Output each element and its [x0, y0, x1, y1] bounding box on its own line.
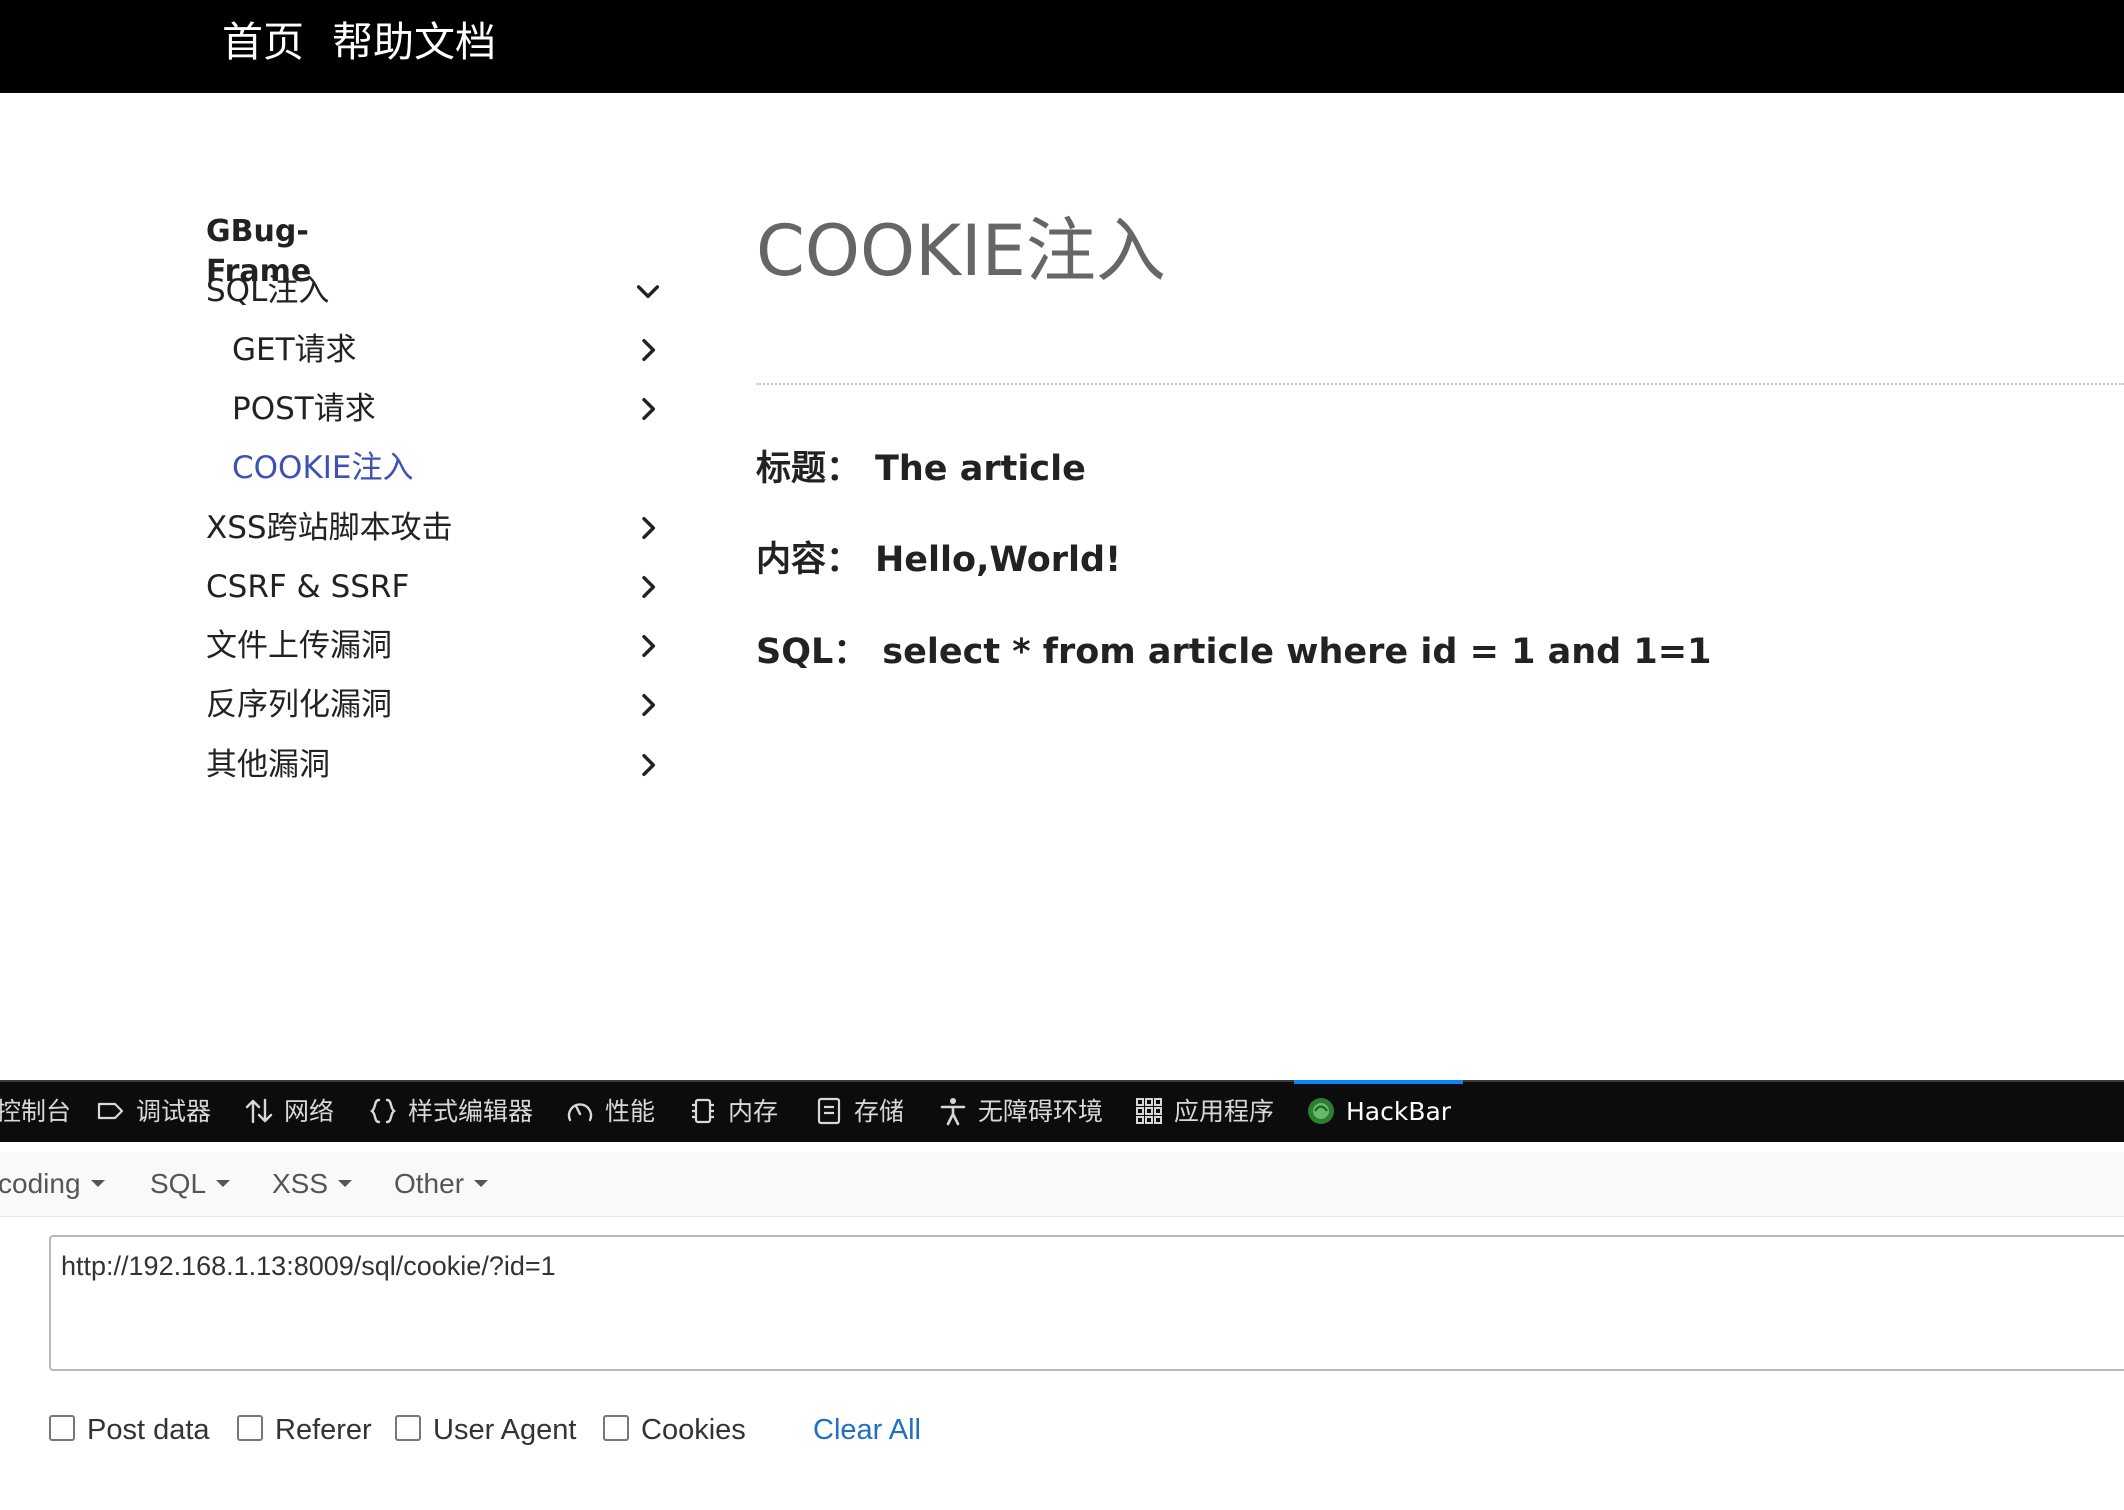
sidebar-item-cookie-injection[interactable]: COOKIE注入 — [232, 442, 692, 494]
devtools-panel: 控制台 调试器 网络 样式编辑器 性能 内存 存储 无障碍环境 应用程序 Hac… — [0, 1080, 2124, 1510]
nav-docs-link[interactable]: 帮助文档 — [332, 14, 496, 70]
row-key: SQL： — [756, 632, 869, 672]
caret-down-icon — [338, 1180, 353, 1188]
cookies-checkbox[interactable]: Cookies — [603, 1410, 746, 1450]
sidebar-item-post-request[interactable]: POST请求 — [232, 383, 692, 435]
tab-label: 存储 — [854, 1097, 905, 1126]
option-label: Post data — [87, 1414, 210, 1446]
tab-memory[interactable]: 内存 — [688, 1082, 778, 1142]
checkbox-icon[interactable] — [49, 1415, 75, 1442]
gauge-icon — [565, 1096, 595, 1126]
hackbar-menubar: coding SQL XSS Other — [0, 1152, 2124, 1217]
option-label: User Agent — [433, 1414, 577, 1446]
row-value: The article — [875, 449, 1086, 489]
sidebar-item-csrf-ssrf[interactable]: CSRF & SSRF — [206, 561, 666, 613]
tab-label: 性能 — [605, 1097, 656, 1126]
tab-label: 网络 — [284, 1097, 335, 1126]
tab-label: 无障碍环境 — [978, 1097, 1104, 1126]
sidebar-item-get-request[interactable]: GET请求 — [232, 324, 692, 376]
memory-chip-icon — [688, 1096, 718, 1126]
network-arrows-icon — [244, 1096, 274, 1126]
chevron-right-icon — [632, 334, 664, 366]
sidebar-item-label: POST请求 — [232, 391, 376, 427]
referer-checkbox[interactable]: Referer — [237, 1410, 372, 1450]
tab-label: 应用程序 — [1174, 1097, 1275, 1126]
divider — [756, 383, 2124, 385]
tab-label: 调试器 — [136, 1097, 212, 1126]
sidebar-item-label: COOKIE注入 — [232, 450, 414, 486]
tab-accessibility[interactable]: 无障碍环境 — [938, 1082, 1103, 1142]
tab-style-editor[interactable]: 样式编辑器 — [368, 1082, 533, 1142]
sidebar-item-other-vulns[interactable]: 其他漏洞 — [206, 739, 666, 791]
chevron-right-icon — [632, 571, 664, 603]
nav-home-link[interactable]: 首页 — [222, 14, 304, 70]
tab-debugger[interactable]: 调试器 — [96, 1082, 211, 1142]
caret-down-icon — [474, 1180, 489, 1188]
sidebar-item-label: CSRF & SSRF — [206, 569, 410, 605]
sql-query-row: SQL： select * from article where id = 1 a… — [756, 628, 1711, 676]
braces-icon — [368, 1096, 398, 1126]
chevron-right-icon — [632, 689, 664, 721]
sidebar-item-file-upload[interactable]: 文件上传漏洞 — [206, 620, 666, 672]
menu-label: SQL — [150, 1168, 207, 1199]
menu-other[interactable]: Other — [394, 1164, 489, 1204]
top-navbar: 首页 帮助文档 — [0, 0, 2124, 93]
sidebar-item-label: 文件上传漏洞 — [206, 628, 392, 664]
url-input[interactable]: http://192.168.1.13:8009/sql/cookie/?id=… — [49, 1235, 2124, 1371]
chevron-right-icon — [632, 749, 664, 781]
menu-label: coding — [0, 1168, 81, 1199]
row-value: select * from article where id = 1 and 1… — [882, 632, 1712, 672]
tab-label: 控制台 — [0, 1097, 72, 1126]
hackbar-logo-icon — [1306, 1096, 1336, 1126]
tab-application[interactable]: 应用程序 — [1134, 1082, 1274, 1142]
checkbox-icon[interactable] — [237, 1415, 263, 1442]
sidebar-item-label: GET请求 — [232, 332, 357, 368]
sidebar-item-sql-injection[interactable]: SQL注入 — [206, 265, 666, 317]
article-content-row: 内容： Hello,World! — [756, 536, 1121, 584]
user-agent-checkbox[interactable]: User Agent — [395, 1410, 576, 1450]
chevron-down-icon — [632, 275, 664, 307]
menu-encoding[interactable]: coding — [0, 1164, 105, 1204]
checkbox-icon[interactable] — [395, 1415, 421, 1442]
sidebar-item-xss[interactable]: XSS跨站脚本攻击 — [206, 502, 666, 554]
option-label: Cookies — [641, 1414, 746, 1446]
article-title-row: 标题： The article — [756, 445, 1086, 493]
menu-label: Other — [394, 1168, 465, 1199]
grid-apps-icon — [1134, 1096, 1164, 1126]
option-label: Referer — [275, 1414, 372, 1446]
menu-sql[interactable]: SQL — [150, 1164, 231, 1204]
caret-down-icon — [90, 1180, 105, 1188]
chevron-right-icon — [632, 512, 664, 544]
tab-label: 样式编辑器 — [408, 1097, 534, 1126]
accessibility-icon — [938, 1096, 968, 1126]
caret-down-icon — [216, 1180, 231, 1188]
tab-network[interactable]: 网络 — [244, 1082, 334, 1142]
checkbox-icon[interactable] — [603, 1415, 629, 1442]
sidebar-item-label: SQL注入 — [206, 273, 330, 309]
debugger-icon — [96, 1096, 126, 1126]
chevron-right-icon — [632, 630, 664, 662]
row-value: Hello,World! — [875, 540, 1122, 580]
sidebar-item-label: XSS跨站脚本攻击 — [206, 510, 453, 546]
row-key: 内容： — [756, 540, 862, 580]
chevron-right-icon — [632, 393, 664, 425]
tab-label: HackBar — [1346, 1097, 1452, 1126]
tab-storage[interactable]: 存储 — [814, 1082, 904, 1142]
tab-console[interactable]: 控制台 — [0, 1082, 71, 1142]
page-title: COOKIE注入 — [756, 210, 1166, 292]
sidebar-item-deserialization[interactable]: 反序列化漏洞 — [206, 679, 666, 731]
sidebar-item-label: 其他漏洞 — [206, 747, 330, 783]
storage-icon — [814, 1096, 844, 1126]
menu-xss[interactable]: XSS — [272, 1164, 353, 1204]
clear-all-link[interactable]: Clear All — [813, 1410, 921, 1450]
post-data-checkbox[interactable]: Post data — [49, 1410, 210, 1450]
menu-label: XSS — [272, 1168, 329, 1199]
row-key: 标题： — [756, 449, 862, 489]
tab-performance[interactable]: 性能 — [565, 1082, 655, 1142]
tab-label: 内存 — [728, 1097, 779, 1126]
devtools-tabbar: 控制台 调试器 网络 样式编辑器 性能 内存 存储 无障碍环境 应用程序 Hac… — [0, 1080, 2124, 1142]
sidebar-item-label: 反序列化漏洞 — [206, 687, 392, 723]
tab-hackbar[interactable]: HackBar — [1293, 1080, 1464, 1142]
